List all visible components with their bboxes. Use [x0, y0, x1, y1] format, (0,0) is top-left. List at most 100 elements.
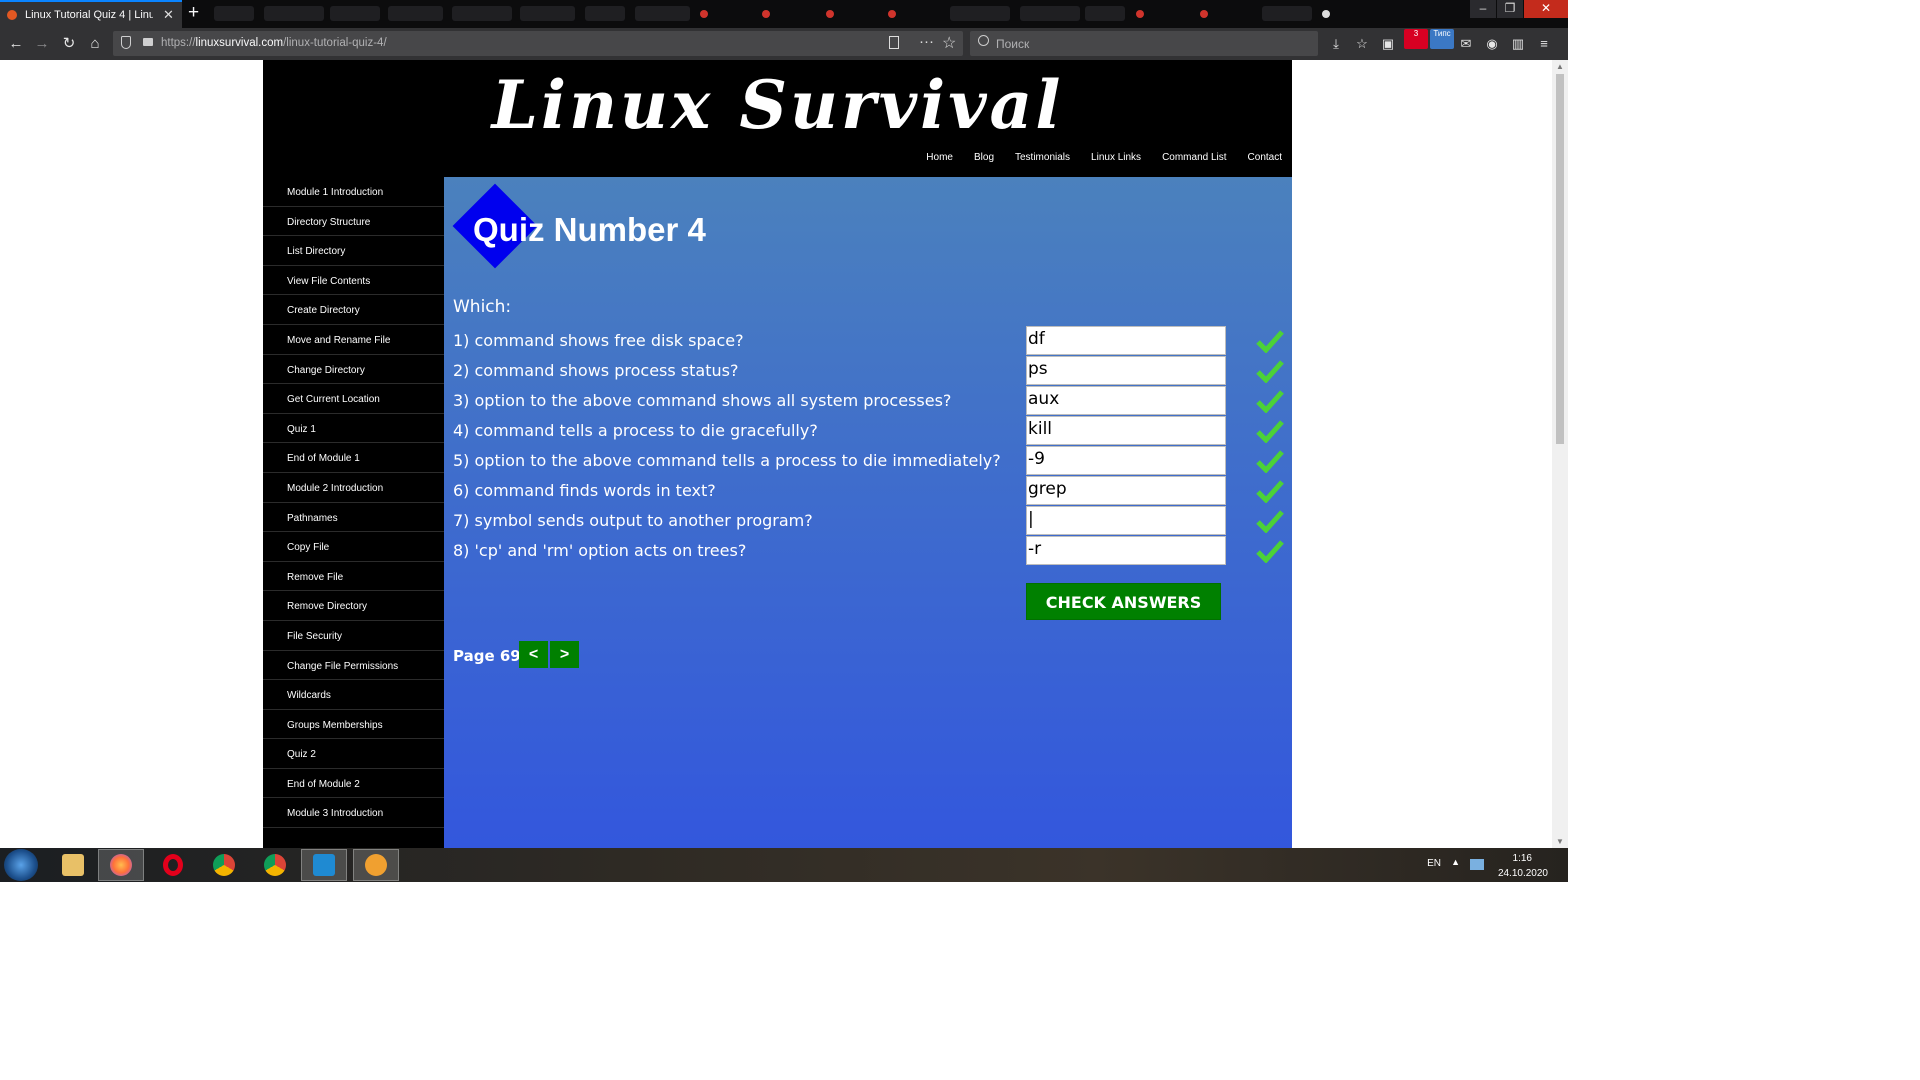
prev-page-button[interactable]: < [519, 641, 548, 668]
tab-active[interactable]: Linux Tutorial Quiz 4 | Linux Surv ✕ [0, 0, 182, 28]
sidebar-item[interactable]: Quiz 1 [263, 414, 444, 444]
scrollbar-thumb[interactable] [1556, 74, 1564, 444]
clock-date[interactable]: 24.10.2020 [1498, 868, 1548, 879]
site-logo[interactable]: Linux Survival [263, 66, 1292, 144]
sidebar-item[interactable]: Remove File [263, 562, 444, 592]
sidebar-item[interactable]: List Directory [263, 236, 444, 266]
tracking-shield-icon[interactable] [121, 36, 131, 49]
url-bar[interactable]: https://linuxsurvival.com/linux-tutorial… [113, 31, 963, 56]
page-actions-icon[interactable]: ··· [919, 33, 934, 50]
youtube-tab-icon[interactable] [700, 10, 708, 18]
window-close-icon[interactable]: ✕ [1524, 0, 1568, 18]
answer-field[interactable]: -9 [1026, 446, 1226, 475]
tab-other[interactable] [388, 6, 443, 21]
taskbar-opera[interactable] [150, 849, 196, 881]
library-icon[interactable]: ☆ [1352, 34, 1372, 54]
sidebar-item[interactable]: File Security [263, 621, 444, 651]
tab-other[interactable] [950, 6, 1010, 21]
tab-other[interactable] [1262, 6, 1312, 21]
network-icon[interactable] [1470, 859, 1484, 870]
library-shelf-icon[interactable]: ▥ [1508, 34, 1528, 54]
clock-time[interactable]: 1:16 [1513, 853, 1532, 864]
sidebar-item[interactable]: Change File Permissions [263, 651, 444, 681]
sidebar-item[interactable]: Copy File [263, 532, 444, 562]
tab-close-icon[interactable]: ✕ [163, 7, 174, 23]
taskbar-vscode[interactable] [301, 849, 347, 881]
taskbar-chrome[interactable] [201, 849, 247, 881]
forward-icon[interactable]: → [32, 34, 52, 54]
maximize-icon[interactable]: ❐ [1497, 0, 1523, 18]
language-indicator[interactable]: EN [1427, 858, 1441, 869]
sidebar-icon[interactable]: ▣ [1378, 34, 1398, 54]
nav-command-list[interactable]: Command List [1162, 152, 1226, 163]
taskbar-chrome-dev[interactable] [252, 849, 298, 881]
tab-other[interactable] [1085, 6, 1125, 21]
account-icon[interactable]: ◉ [1482, 34, 1502, 54]
sidebar-item[interactable]: Get Current Location [263, 384, 444, 414]
scroll-down-icon[interactable]: ▼ [1556, 837, 1564, 846]
sidebar-item[interactable]: Pathnames [263, 503, 444, 533]
search-box[interactable]: Поиск [970, 31, 1318, 56]
nav-testimonials[interactable]: Testimonials [1015, 152, 1070, 163]
extension-icon[interactable]: ●Типс [1430, 29, 1454, 54]
sidebar-item[interactable]: Wildcards [263, 680, 444, 710]
check-answers-button[interactable]: CHECK ANSWERS [1026, 583, 1221, 620]
tab-other[interactable] [264, 6, 324, 21]
tab-other[interactable] [1020, 6, 1080, 21]
taskbar-app[interactable] [353, 849, 399, 881]
taskbar-explorer[interactable] [50, 849, 96, 881]
tab-other[interactable] [330, 6, 380, 21]
back-icon[interactable]: ← [6, 34, 26, 54]
minimize-icon[interactable]: – [1470, 0, 1496, 18]
scroll-up-icon[interactable]: ▲ [1556, 62, 1564, 71]
sidebar-item[interactable]: View File Contents [263, 266, 444, 296]
youtube-tab-icon[interactable] [1200, 10, 1208, 18]
sidebar-item[interactable]: Module 2 Introduction [263, 473, 444, 503]
sidebar-item[interactable]: Remove Directory [263, 591, 444, 621]
home-icon[interactable]: ⌂ [85, 34, 105, 54]
answer-field[interactable]: kill [1026, 416, 1226, 445]
sidebar-item[interactable]: Change Directory [263, 355, 444, 385]
sidebar-item[interactable]: Create Directory [263, 295, 444, 325]
nav-linux-links[interactable]: Linux Links [1091, 152, 1141, 163]
tab-other[interactable] [452, 6, 512, 21]
tab-other[interactable] [585, 6, 625, 21]
answer-field[interactable]: ps [1026, 356, 1226, 385]
tab-other-icon[interactable] [1322, 10, 1330, 18]
answer-field[interactable]: aux [1026, 386, 1226, 415]
nav-contact[interactable]: Contact [1248, 152, 1282, 163]
tab-other[interactable] [635, 6, 690, 21]
answer-field[interactable]: df [1026, 326, 1226, 355]
reader-view-icon[interactable] [889, 36, 899, 49]
new-tab-icon[interactable]: + [188, 2, 199, 24]
nav-home[interactable]: Home [926, 152, 953, 163]
sidebar-item[interactable]: End of Module 2 [263, 769, 444, 799]
sidebar-item[interactable]: Move and Rename File [263, 325, 444, 355]
youtube-tab-icon[interactable] [1136, 10, 1144, 18]
tab-other[interactable] [520, 6, 575, 21]
page-scrollbar[interactable]: ▲ ▼ [1552, 60, 1568, 848]
sidebar-item[interactable]: End of Module 1 [263, 443, 444, 473]
youtube-tab-icon[interactable] [762, 10, 770, 18]
answer-field[interactable]: grep [1026, 476, 1226, 505]
ublock-icon[interactable]: ⬢3 [1404, 29, 1428, 54]
taskbar-firefox[interactable] [98, 849, 144, 881]
lock-icon[interactable] [143, 38, 153, 46]
sidebar-item[interactable]: Directory Structure [263, 207, 444, 237]
tray-expand-icon[interactable]: ▲ [1451, 857, 1460, 867]
start-button[interactable] [4, 849, 38, 881]
url-text[interactable]: https://linuxsurvival.com/linux-tutorial… [161, 37, 387, 49]
sidebar-item[interactable]: Module 3 Introduction [263, 798, 444, 829]
menu-icon[interactable]: ≡ [1534, 34, 1554, 54]
next-page-button[interactable]: > [550, 641, 579, 668]
sidebar-item[interactable]: Module 1 Introduction [263, 177, 444, 207]
youtube-tab-icon[interactable] [888, 10, 896, 18]
sidebar-item[interactable]: Groups Memberships [263, 710, 444, 740]
youtube-tab-icon[interactable] [826, 10, 834, 18]
tab-other[interactable] [214, 6, 254, 21]
downloads-icon[interactable]: ⤓ [1326, 34, 1346, 54]
sidebar-item[interactable]: Quiz 2 [263, 739, 444, 769]
answer-field[interactable]: | [1026, 506, 1226, 535]
reload-icon[interactable]: ↻ [59, 34, 79, 54]
nav-blog[interactable]: Blog [974, 152, 994, 163]
